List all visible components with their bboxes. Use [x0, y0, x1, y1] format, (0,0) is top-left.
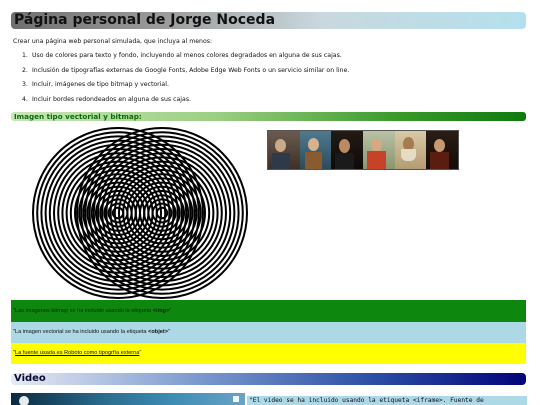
bitmap-note: "Las imagenes bitmap se ha incluido usan…: [11, 300, 526, 322]
portrait: [394, 131, 427, 169]
list-item: 2. Inclusión de tipografías externas de …: [22, 66, 350, 74]
portrait: [299, 131, 332, 169]
images-section-heading: Imagen tipo vectorial y bitmap:: [14, 112, 142, 121]
portrait: [363, 131, 395, 169]
concentric-circles-image: [32, 127, 248, 299]
play-icon[interactable]: [19, 396, 29, 405]
portrait-strip-image: [267, 130, 459, 170]
list-item: 1. Uso de colores para texto y fondo, in…: [22, 52, 342, 59]
intro-text: Crear una página web personal simulada, …: [13, 38, 213, 45]
images-section-header: Imagen tipo vectorial y bitmap:: [11, 112, 526, 121]
page-title: Página personal de Jorge Noceda: [14, 12, 276, 28]
font-link[interactable]: La fuente usada es Roboto como tipogrfía…: [15, 350, 139, 356]
page-header: Página personal de Jorge Noceda: [11, 12, 526, 29]
video-section-heading: Video: [14, 373, 46, 384]
requirements-list: 1. Uso de colores para texto y fondo, in…: [22, 52, 522, 110]
portrait: [426, 131, 459, 169]
vector-note: "La imagen vectorial se ha incluido usan…: [11, 322, 526, 343]
portrait: [268, 131, 300, 169]
video-player[interactable]: [11, 393, 245, 405]
list-item: 4. Incluir bordes redondeados en alguna …: [22, 95, 192, 103]
fullscreen-icon[interactable]: [233, 396, 239, 402]
font-note: "La fuente usada es Roboto como tipogrfí…: [11, 343, 526, 364]
video-section-header: Video: [11, 373, 526, 385]
portrait: [331, 131, 364, 169]
list-item: 3. Incluir, imágenes de tipo bitmap y ve…: [22, 81, 169, 88]
video-note: "El video se ha incluido usando la etiqu…: [247, 396, 527, 405]
